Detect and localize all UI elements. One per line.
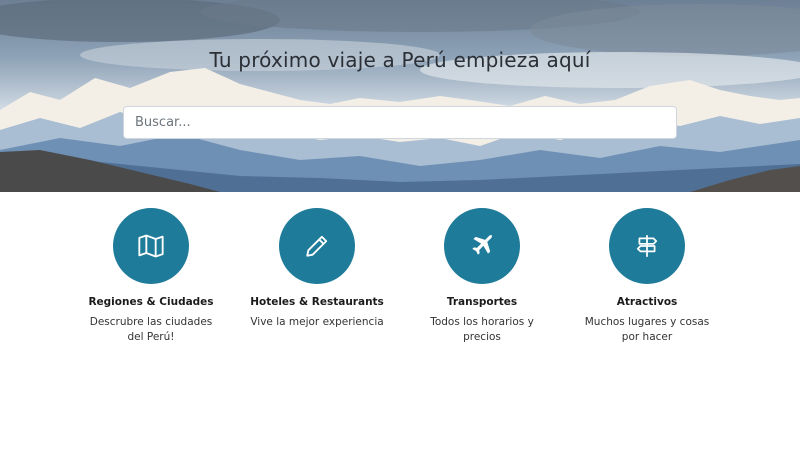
feature-atractivos[interactable]: Atractivos Muchos lugares y cosas por ha… xyxy=(572,208,722,345)
feature-icon-circle xyxy=(279,208,355,284)
feature-transportes[interactable]: Transportes Todos los horarios y precios xyxy=(407,208,557,345)
feature-title: Atractivos xyxy=(616,296,678,308)
signpost-icon xyxy=(636,235,658,257)
feature-description: Todos los horarios y precios xyxy=(430,316,534,343)
hero-title: Tu próximo viaje a Perú empieza aquí xyxy=(209,48,591,72)
feature-title: Transportes xyxy=(446,296,518,308)
features-section: Regiones & Ciudades Descrubre las ciudad… xyxy=(0,208,800,368)
feature-title: Regiones & Ciudades xyxy=(88,296,214,308)
feature-description: Vive la mejor experiencia xyxy=(250,316,384,328)
feature-description: Descrubre las ciudades del Perú! xyxy=(89,316,213,343)
mountain-landscape-image xyxy=(0,0,800,192)
feature-hoteles-restaurants[interactable]: Hoteles & Restaurants Vive la mejor expe… xyxy=(242,208,392,330)
feature-icon-circle xyxy=(609,208,685,284)
feature-icon-circle xyxy=(113,208,189,284)
hero-banner: Tu próximo viaje a Perú empieza aquí xyxy=(0,0,800,192)
search-input[interactable] xyxy=(123,106,677,139)
feature-regiones-ciudades[interactable]: Regiones & Ciudades Descrubre las ciudad… xyxy=(76,208,226,345)
feature-title: Hoteles & Restaurants xyxy=(250,296,384,308)
plane-icon xyxy=(472,234,493,255)
feature-description: Muchos lugares y cosas por hacer xyxy=(584,316,710,343)
map-icon xyxy=(138,234,164,258)
feature-icon-circle xyxy=(444,208,520,284)
pencil-icon xyxy=(306,235,328,257)
